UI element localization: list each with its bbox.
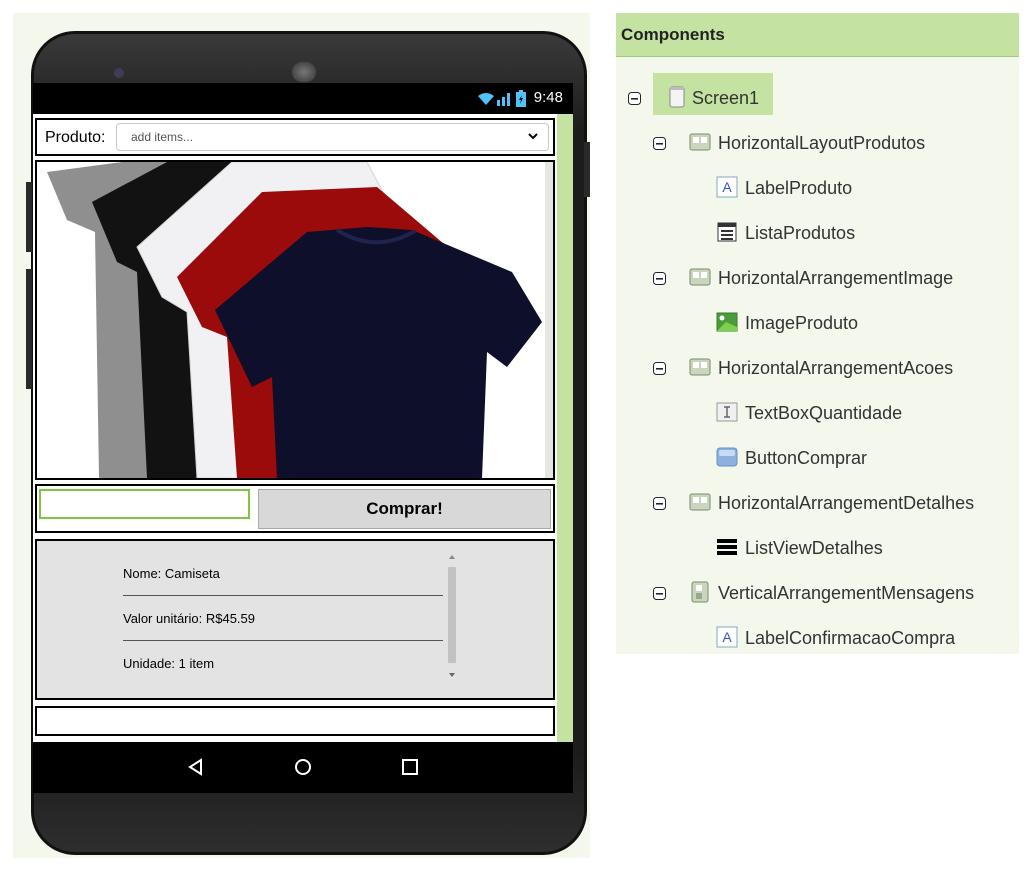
tree-item-listaprodutos[interactable]: ListaProdutos <box>616 222 1019 257</box>
status-bar: 9:48 <box>33 83 573 114</box>
tree-item-labelconfirmacaocompra[interactable]: A LabelConfirmacaoCompra <box>616 626 1019 662</box>
tree-item-label: ListViewDetalhes <box>745 538 883 558</box>
battery-icon <box>516 90 526 107</box>
scroll-thumb <box>448 567 456 663</box>
svg-text:A: A <box>722 629 732 645</box>
list-item[interactable]: Unidade: 1 item <box>123 641 443 685</box>
tree-item-horizontalarrangementacoes[interactable]: HorizontalArrangementAcoes <box>616 358 1019 392</box>
components-header: Components <box>616 13 1019 57</box>
status-time: 9:48 <box>533 89 563 106</box>
speaker-grille-icon <box>292 62 316 82</box>
tree-item-label: HorizontalArrangementAcoes <box>718 358 954 378</box>
tree-item-label: HorizontalArrangementImage <box>718 268 954 288</box>
tree-item-textboxquantidade[interactable]: TextBoxQuantidade <box>616 402 1019 437</box>
tree-item-labelproduto[interactable]: A LabelProduto <box>616 176 1019 212</box>
lista-produtos-dropdown[interactable]: add items... <box>116 123 549 151</box>
scroll-up-icon <box>449 555 455 559</box>
listpicker-icon <box>717 222 737 242</box>
label-icon: A <box>716 626 738 648</box>
scroll-down-icon <box>449 673 455 677</box>
svg-text:A: A <box>722 179 732 195</box>
horizontal-arrangement-image <box>35 160 555 480</box>
tree-item-label: ListaProdutos <box>745 223 856 243</box>
label-produto: Produto: <box>45 129 106 146</box>
tree-item-label: ImageProduto <box>745 313 859 333</box>
home-icon[interactable] <box>291 755 315 779</box>
collapse-icon[interactable] <box>653 137 666 150</box>
recents-icon[interactable] <box>398 755 422 779</box>
horizontal-layout-produtos: Produto: add items... <box>35 118 555 156</box>
horizontal-arrangement-icon <box>689 133 711 151</box>
navigation-bar <box>33 742 573 793</box>
collapse-icon[interactable] <box>653 497 666 510</box>
chevron-down-icon <box>528 133 538 140</box>
horizontal-arrangement-detalhes: Nome: Camiseta Valor unitário: R$45.59 U… <box>35 539 555 700</box>
screen1-canvas: Produto: add items... Comprar! Nome: Cam… <box>33 114 573 742</box>
list-item[interactable]: Nome: Camiseta <box>123 551 443 595</box>
components-title: Components <box>621 25 725 44</box>
collapse-icon[interactable] <box>653 587 666 600</box>
back-icon[interactable] <box>184 755 208 779</box>
volume-button <box>26 182 32 252</box>
list-item[interactable]: Valor unitário: R$45.59 <box>123 596 443 640</box>
phone-screen: 9:48 Produto: add items... Comprar! Nome… <box>33 83 573 793</box>
image-icon <box>716 312 738 332</box>
front-camera-icon <box>114 68 124 78</box>
tree-item-label: VerticalArrangementMensagens <box>718 583 975 603</box>
horizontal-arrangement-icon <box>689 268 711 286</box>
vertical-arrangement-mensagens <box>35 706 555 736</box>
tree-item-buttoncomprar[interactable]: ButtonComprar <box>616 447 1019 482</box>
power-button <box>584 142 590 197</box>
tree-item-screen1[interactable]: Screen1 <box>616 86 1019 122</box>
tree-item-label: LabelProduto <box>745 178 853 198</box>
tree-item-horizontalarrangementdetalhes[interactable]: HorizontalArrangementDetalhes <box>616 493 1019 527</box>
listview-scrollbar[interactable] <box>445 553 459 681</box>
tree-item-imageproduto[interactable]: ImageProduto <box>616 312 1019 347</box>
side-button <box>26 269 32 389</box>
collapse-icon[interactable] <box>653 272 666 285</box>
screen-scroll-strip <box>557 114 573 742</box>
button-comprar[interactable]: Comprar! <box>258 489 551 529</box>
collapse-icon[interactable] <box>628 92 641 105</box>
listview-icon <box>717 539 737 555</box>
designer-viewer: 9:48 Produto: add items... Comprar! Nome… <box>13 13 590 858</box>
screen-icon <box>669 86 685 108</box>
tree-item-label: HorizontalLayoutProdutos <box>718 133 926 153</box>
horizontal-arrangement-acoes: Comprar! <box>35 484 555 533</box>
tree-item-horizontallayoutprodutos[interactable]: HorizontalLayoutProdutos <box>616 133 1019 167</box>
tree-item-label: LabelConfirmacaoCompra <box>745 628 956 648</box>
wifi-signal-icon <box>478 93 510 106</box>
label-icon: A <box>716 176 738 198</box>
horizontal-arrangement-icon <box>689 493 711 511</box>
image-produto <box>37 162 553 478</box>
tree-item-label: ButtonComprar <box>745 448 868 468</box>
tree-item-label: TextBoxQuantidade <box>745 403 903 423</box>
tree-item-horizontalarrangementimage[interactable]: HorizontalArrangementImage <box>616 268 1019 302</box>
lista-produtos-placeholder: add items... <box>131 130 194 144</box>
vertical-arrangement-icon <box>691 581 709 603</box>
button-icon <box>716 447 738 467</box>
tree-item-label: Screen1 <box>692 88 760 108</box>
collapse-icon[interactable] <box>653 362 666 375</box>
horizontal-arrangement-icon <box>689 358 711 376</box>
components-panel: Components Screen1 HorizontalLayoutProdut… <box>616 13 1019 654</box>
textbox-quantidade[interactable] <box>39 489 250 519</box>
tree-item-verticalarrangementmensagens[interactable]: VerticalArrangementMensagens <box>616 581 1019 617</box>
textbox-icon <box>716 402 738 422</box>
tree-item-listviewdetalhes[interactable]: ListViewDetalhes <box>616 538 1019 572</box>
tree-item-label: HorizontalArrangementDetalhes <box>718 493 975 513</box>
